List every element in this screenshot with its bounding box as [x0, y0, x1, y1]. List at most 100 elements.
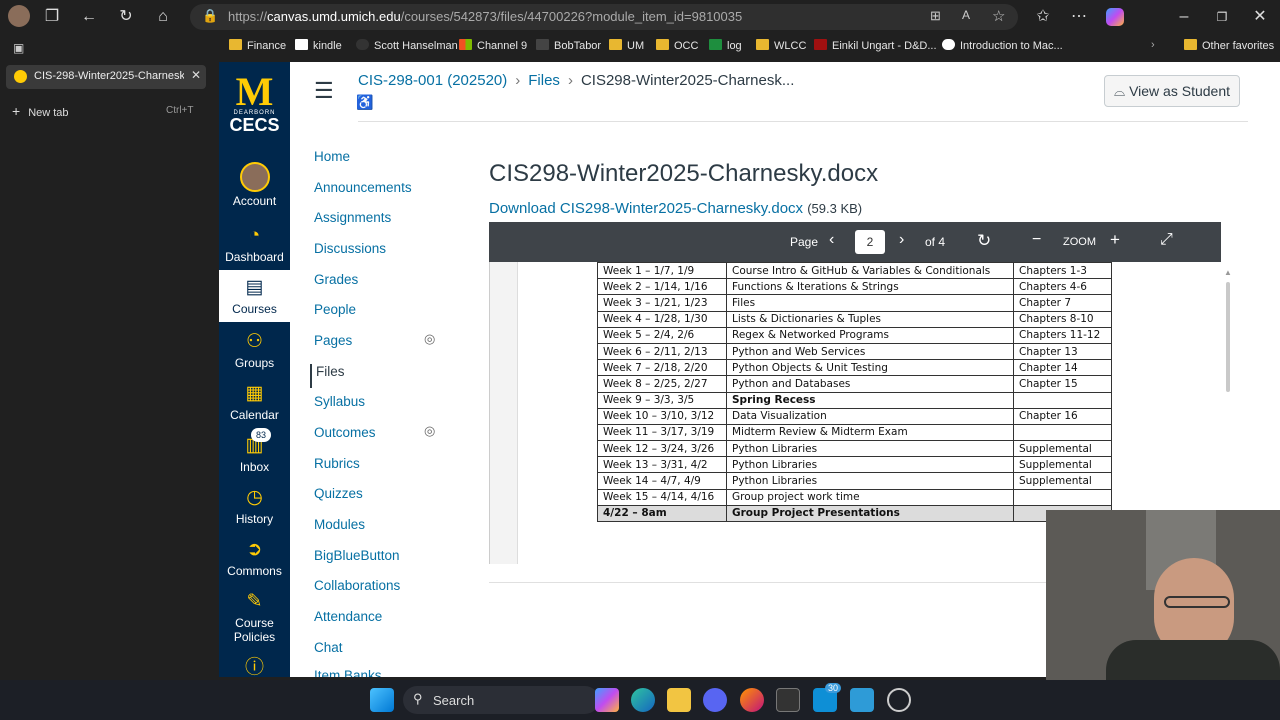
rotate-icon[interactable]: ↻	[977, 231, 991, 251]
umich-dearborn-logo[interactable]: M DEARBORN CECS	[219, 72, 290, 135]
favorites-icon[interactable]: ✩	[1032, 6, 1054, 28]
course-nav-quizzes[interactable]: Quizzes	[314, 486, 363, 501]
zoom-out-icon[interactable]: −	[1032, 231, 1041, 249]
hamburger-menu-icon[interactable]: ☰	[314, 80, 334, 102]
more-icon[interactable]: ⋯	[1068, 6, 1090, 28]
page-label: Page	[790, 235, 819, 249]
table-cell: Python Libraries	[726, 456, 1014, 474]
plus-icon: +	[12, 103, 21, 119]
nav-dashboard[interactable]: ◔ Dashboard	[219, 224, 290, 264]
course-nav-people[interactable]: People	[314, 302, 356, 317]
course-nav-attendance[interactable]: Attendance	[314, 609, 382, 624]
edge-icon[interactable]	[631, 688, 655, 712]
fav-item[interactable]: kindle	[295, 39, 342, 52]
nav-course-policies[interactable]: ✎ Course Policies	[219, 590, 290, 644]
fav-overflow-icon[interactable]: ›	[1151, 39, 1155, 51]
nav-calendar[interactable]: ▦ Calendar	[219, 382, 290, 422]
download-link[interactable]: Download CIS298-Winter2025-Charnesky.doc…	[489, 200, 862, 217]
notepad-icon[interactable]	[850, 688, 874, 712]
course-nav-files[interactable]: Files	[310, 364, 345, 388]
course-nav-modules[interactable]: Modules	[314, 517, 365, 532]
file-explorer-icon[interactable]	[667, 688, 691, 712]
table-cell: Week 11 – 3/17, 3/19	[597, 423, 727, 442]
maximize-icon[interactable]: ❐	[1211, 6, 1233, 28]
table-row: Week 15 – 4/14, 4/16 Group project work t…	[597, 488, 1112, 506]
fav-item[interactable]: Channel 9	[459, 39, 527, 52]
prev-page-icon[interactable]: ‹	[829, 231, 834, 249]
course-nav-bigbluebutton[interactable]: BigBlueButton	[314, 548, 400, 563]
fav-item[interactable]: WLCC	[756, 39, 806, 52]
course-nav-rubrics[interactable]: Rubrics	[314, 456, 360, 471]
taskbar-search[interactable]: ⚲ Search	[403, 686, 599, 714]
close-tab-icon[interactable]: ✕	[191, 68, 201, 82]
course-nav-outcomes[interactable]: Outcomes	[314, 425, 376, 440]
next-page-icon[interactable]: ›	[899, 231, 904, 249]
fav-item[interactable]: Einkil Ungart - D&D...	[814, 39, 937, 52]
breadcrumb-course[interactable]: CIS-298-001 (202520)	[358, 72, 507, 89]
discord-icon[interactable]	[703, 688, 727, 712]
tab-active[interactable]: CIS-298-Winter2025-Charnesky.do ✕	[6, 65, 206, 89]
course-nav-announcements[interactable]: Announcements	[314, 180, 412, 195]
course-nav-syllabus[interactable]: Syllabus	[314, 394, 365, 409]
course-nav-discussions[interactable]: Discussions	[314, 241, 386, 256]
close-window-icon[interactable]: ✕	[1249, 6, 1271, 28]
copilot-icon[interactable]	[595, 688, 619, 712]
fav-item[interactable]: OCC	[656, 39, 698, 52]
nav-commons[interactable]: ➲ Commons	[219, 538, 290, 578]
course-nav-grades[interactable]: Grades	[314, 272, 358, 287]
favorite-star-icon[interactable]: ☆	[992, 7, 1005, 25]
zoom-in-icon[interactable]: +	[1110, 230, 1120, 250]
table-cell: Group project work time	[726, 488, 1014, 506]
table-cell: Course Intro & GitHub & Variables & Cond…	[726, 261, 1014, 280]
address-bar[interactable]: 🔒 https://canvas.umd.umich.edu/courses/5…	[190, 4, 1018, 30]
nav-help[interactable]: ⓘ	[219, 656, 290, 682]
view-as-student-button[interactable]: ⌓ View as Student	[1104, 75, 1240, 107]
nav-courses[interactable]: ▤ Courses	[219, 270, 290, 322]
app-view-icon[interactable]: ⊞	[930, 8, 941, 24]
read-aloud-icon[interactable]: A	[962, 8, 970, 22]
accessibility-icon[interactable]: ♿	[356, 94, 373, 111]
course-nav-collaborations[interactable]: Collaborations	[314, 578, 400, 593]
nav-history[interactable]: ◷ History	[219, 486, 290, 526]
minimize-icon[interactable]: –	[1173, 6, 1195, 28]
table-cell: Week 2 – 1/14, 1/16	[597, 278, 727, 296]
store-icon[interactable]: 30	[813, 683, 842, 712]
profile-avatar[interactable]	[8, 5, 30, 27]
course-nav-pages[interactable]: Pages	[314, 333, 352, 348]
refresh-icon[interactable]: ↻	[115, 6, 137, 28]
scroll-thumb[interactable]	[1226, 282, 1230, 392]
workspaces-icon[interactable]: ❐	[41, 6, 63, 28]
fav-item[interactable]: Scott Hanselman	[356, 39, 458, 52]
home-icon[interactable]: ⌂	[152, 6, 174, 28]
fav-item[interactable]: BobTabor	[536, 39, 601, 52]
course-nav-assignments[interactable]: Assignments	[314, 210, 391, 225]
windows-start-icon[interactable]	[370, 688, 394, 712]
back-icon[interactable]: ←	[78, 6, 100, 28]
new-tab-button[interactable]: + New tab	[12, 103, 69, 119]
tab-actions-icon[interactable]: ▣	[13, 41, 24, 55]
table-cell: Functions & Iterations & Strings	[726, 278, 1014, 296]
firefox-icon[interactable]	[740, 688, 764, 712]
fav-item[interactable]: UM	[609, 39, 644, 52]
terminal-icon[interactable]	[776, 688, 800, 712]
nav-inbox[interactable]: ▥ Inbox 83	[219, 428, 290, 474]
fav-item[interactable]: Introduction to Mac...	[942, 39, 1063, 52]
course-nav-item-banks[interactable]: Item Banks	[314, 668, 382, 677]
nav-groups[interactable]: ⚇ Groups	[219, 330, 290, 370]
page-number-input[interactable]: 2	[855, 230, 885, 254]
lock-icon[interactable]: 🔒	[202, 8, 218, 24]
course-nav-home[interactable]: Home	[314, 149, 350, 164]
fav-item[interactable]: log	[709, 39, 742, 52]
copilot-icon[interactable]	[1106, 8, 1124, 26]
course-nav-chat[interactable]: Chat	[314, 640, 343, 655]
viewer-scrollbar[interactable]: ▲	[1221, 262, 1235, 522]
fullscreen-icon[interactable]: ⤢	[1160, 231, 1173, 249]
breadcrumb-files[interactable]: Files	[528, 72, 560, 89]
other-favorites[interactable]: Other favorites	[1184, 39, 1274, 52]
clock-app-icon[interactable]	[887, 688, 911, 712]
fav-item[interactable]: Finance	[229, 39, 286, 52]
table-cell: Python and Databases	[726, 375, 1014, 393]
zoom-label: ZOOM	[1063, 236, 1096, 248]
nav-account[interactable]: Account	[219, 162, 290, 208]
browser-title-bar: ❐ ← ↻ ⌂ 🔒 https://canvas.umd.umich.edu/c…	[0, 0, 1280, 33]
